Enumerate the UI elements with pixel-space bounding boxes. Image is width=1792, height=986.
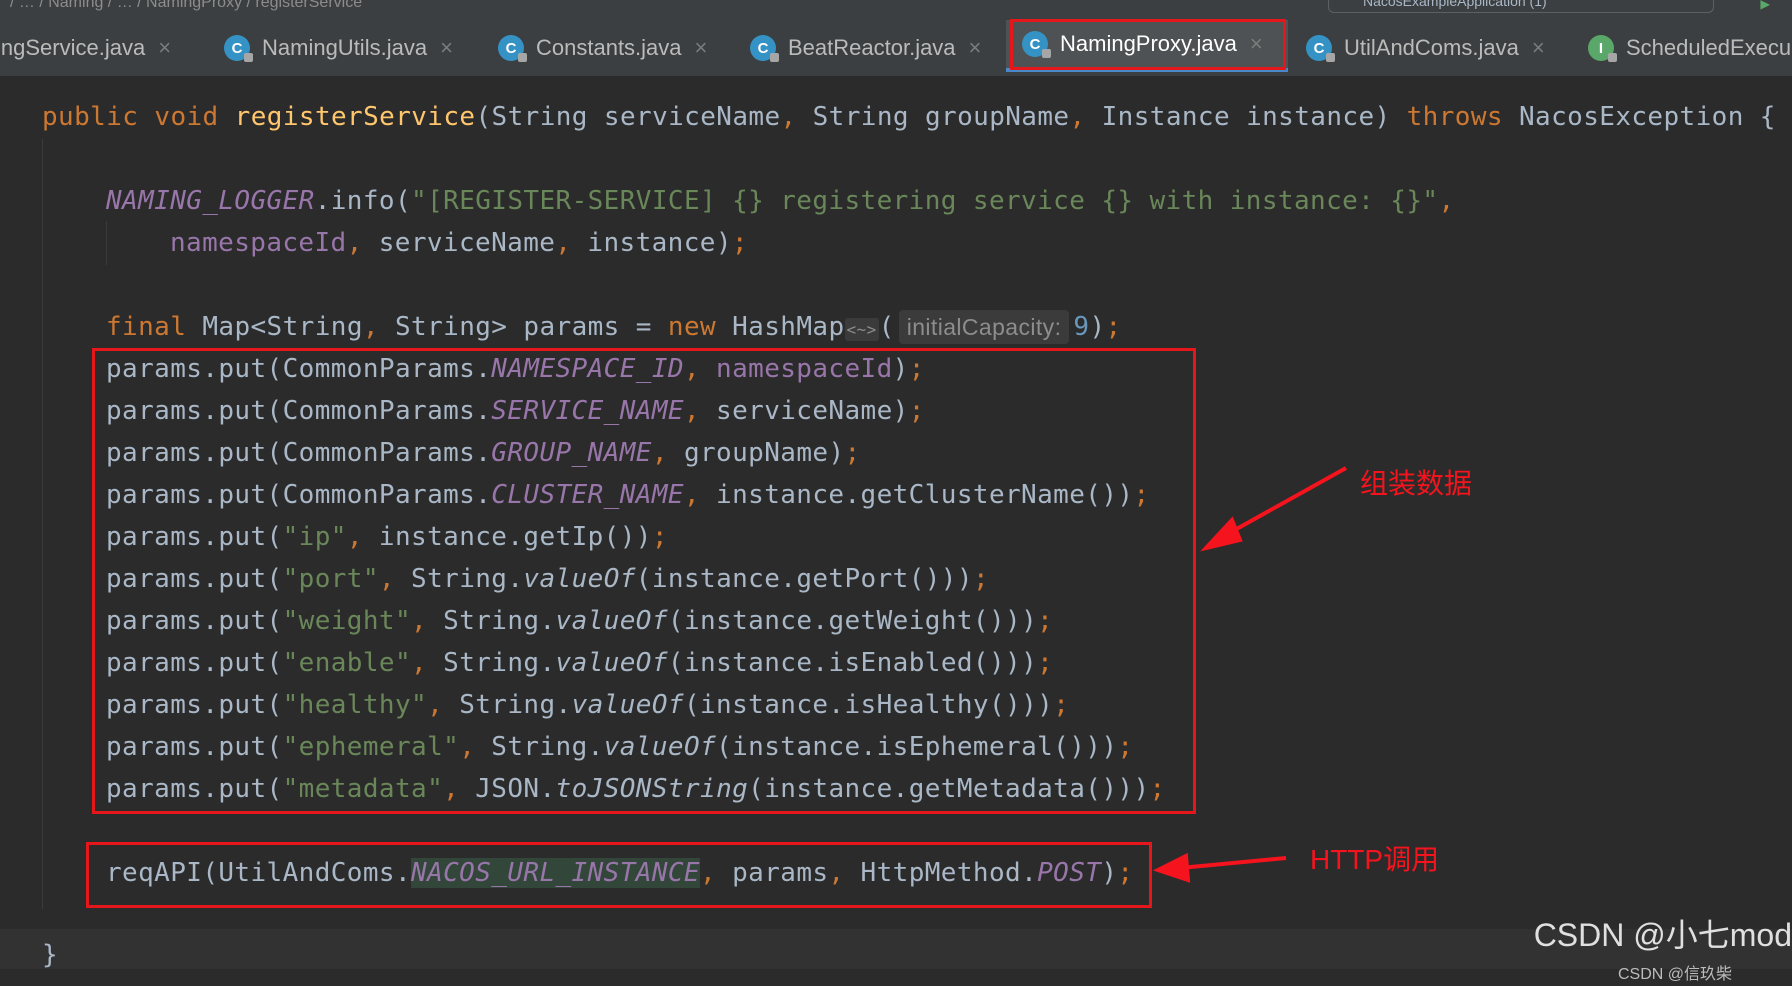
fold-icon[interactable]: <~> <box>844 318 879 341</box>
code-line-signature: public void registerService(String servi… <box>42 102 1776 132</box>
tab-label: UtilAndComs.java <box>1344 35 1519 60</box>
close-icon[interactable]: × <box>440 35 453 61</box>
close-icon[interactable]: × <box>695 35 708 61</box>
class-file-icon: C <box>498 35 527 62</box>
indent-guide <box>106 221 107 265</box>
annotation-assemble-data: 组装数据 <box>1360 468 1473 499</box>
tab-label: ScheduledExecu <box>1626 35 1792 60</box>
tab-util-and-coms[interactable]: C UtilAndComs.java × <box>1306 20 1545 76</box>
class-file-icon: C <box>1306 35 1335 62</box>
tab-label: NamingUtils.java <box>262 35 428 60</box>
code-line-logger: NAMING_LOGGER.info("[REGISTER-SERVICE] {… <box>106 186 1455 216</box>
close-icon[interactable]: × <box>1532 35 1545 61</box>
class-file-icon: C <box>750 35 779 62</box>
editor-tabs: ingService.java × C NamingUtils.java × C… <box>0 20 1792 77</box>
run-icon[interactable]: ▶ <box>1760 0 1770 13</box>
run-config-selector[interactable]: NacosExampleApplication (1) <box>1328 0 1714 13</box>
class-file-icon: C <box>224 35 253 62</box>
current-line-highlight <box>0 929 1792 969</box>
code-line-closing-brace: } <box>42 940 59 970</box>
parameter-hint: initialCapacity: <box>898 310 1070 344</box>
code-line-params-decl: final Map<String, String> params = new H… <box>106 310 1122 344</box>
tab-scheduled-executor[interactable]: I ScheduledExecu <box>1588 20 1791 76</box>
active-tab-highlight <box>1010 19 1286 70</box>
annotation-http-call: HTTP调用 <box>1310 844 1440 875</box>
assemble-data-box <box>92 348 1196 814</box>
tab-beat-reactor[interactable]: C BeatReactor.java × <box>750 20 981 76</box>
tab-naming-utils[interactable]: C NamingUtils.java × <box>224 20 453 76</box>
tab-constants[interactable]: C Constants.java × <box>498 20 707 76</box>
tab-label: Constants.java <box>536 35 682 60</box>
csdn-watermark: CSDN @小七mod <box>1533 917 1792 953</box>
code-line-logger-args: namespaceId, serviceName, instance); <box>170 228 748 258</box>
navigation-bar: / … / Naming / … / NamingProxy / registe… <box>0 0 1792 21</box>
indent-guide <box>42 139 43 909</box>
csdn-watermark-small: CSDN @信玖柴 <box>1617 966 1732 983</box>
close-icon[interactable]: × <box>969 35 982 61</box>
run-config-label: NacosExampleApplication (1) <box>1363 0 1547 9</box>
http-call-box <box>86 842 1152 908</box>
close-icon[interactable]: × <box>158 35 171 61</box>
tab-label: BeatReactor.java <box>788 35 956 60</box>
tab-nacos-naming-service[interactable]: ingService.java × <box>0 20 171 76</box>
breadcrumb[interactable]: / … / Naming / … / NamingProxy / registe… <box>10 0 362 12</box>
interface-file-icon: I <box>1588 35 1617 62</box>
tab-label: ingService.java <box>0 35 146 60</box>
